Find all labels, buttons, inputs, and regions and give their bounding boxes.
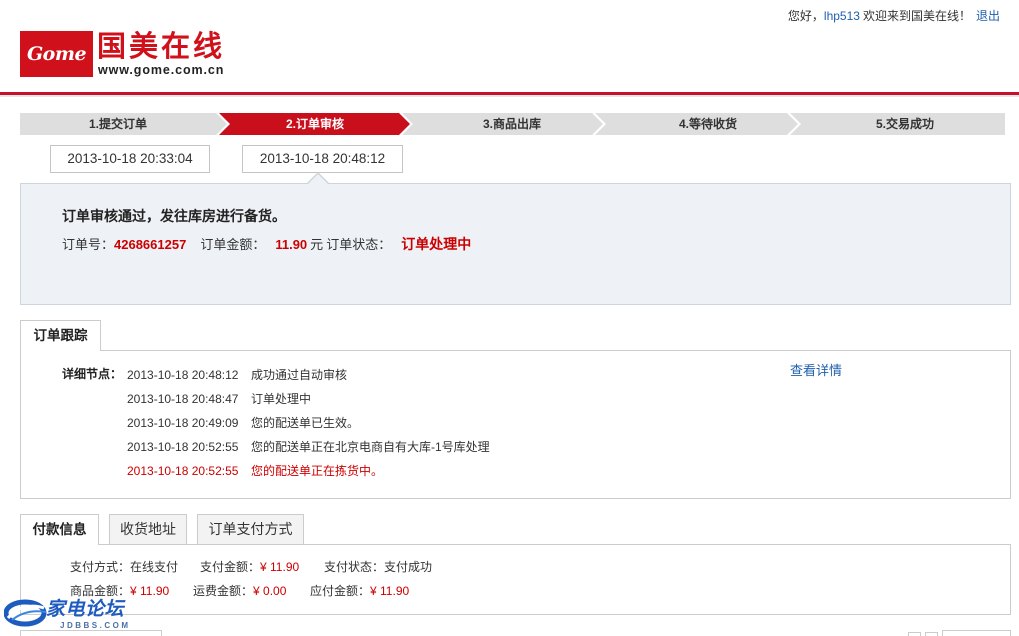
order-amount-label: 订单金额： xyxy=(200,237,266,252)
payment-status: 支付状态：支付成功 xyxy=(324,560,432,574)
watermark-swirl-icon xyxy=(4,599,47,627)
order-amount: 11.90 xyxy=(275,237,308,252)
username-link[interactable]: lhp513 xyxy=(824,9,860,23)
step-label: 4.等待收货 xyxy=(678,117,737,131)
logout-link[interactable]: 退出 xyxy=(976,9,1000,23)
order-status: 订单处理中 xyxy=(401,236,472,252)
step-label: 5.交易成功 xyxy=(875,117,934,131)
gome-logo-mark[interactable]: Gome xyxy=(20,31,93,77)
header-divider-shadow xyxy=(0,95,1019,97)
step-label: 3.商品出库 xyxy=(482,117,541,131)
watermark-name: 家电论坛 xyxy=(46,599,125,620)
payment-method-value: 在线支付 xyxy=(130,560,179,574)
shipping-amount-label: 运费金额： xyxy=(193,584,254,598)
goods-amount-value: ¥ 11.90 xyxy=(130,584,170,598)
payable-amount-label: 应付金额： xyxy=(310,584,371,598)
goods-amount-label: 商品金额： xyxy=(70,584,131,598)
step-goods-outbound: 3.商品出库 xyxy=(402,113,603,135)
tracking-entry-text: 您的配送单已生效。 xyxy=(251,416,360,430)
bottom-partial-square xyxy=(925,632,938,636)
status-headline: 订单审核通过，发往库房进行备货。 xyxy=(62,208,286,224)
goods-amount: 商品金额：¥ 11.90 xyxy=(70,584,169,598)
tab-payment-method[interactable]: 订单支付方式 xyxy=(197,514,304,545)
tracking-entry-time: 2013-10-18 20:52:55 xyxy=(127,440,239,454)
step-order-review: 2.订单审核 xyxy=(219,113,410,135)
paid-amount-value: ¥ 11.90 xyxy=(260,560,300,574)
payment-status-label: 支付状态： xyxy=(324,560,385,574)
tab-order-tracking[interactable]: 订单跟踪 xyxy=(20,320,101,351)
shipping-amount: 运费金额：¥ 0.00 xyxy=(193,584,286,598)
tracking-entry-text: 您的配送单正在北京电商自有大库-1号库处理 xyxy=(251,440,490,454)
top-greeting: 您好，lhp513 欢迎来到国美在线！ 退出 xyxy=(788,8,1000,24)
step-label: 1.提交订单 xyxy=(88,117,147,131)
greeting-suffix: 欢迎来到国美在线！ xyxy=(862,9,971,23)
bottom-partial-box-right xyxy=(942,630,1011,636)
panel-pointer-fill xyxy=(308,174,328,184)
paid-amount: 支付金额：¥ 11.90 xyxy=(200,560,299,574)
tracking-entry-text: 订单处理中 xyxy=(251,392,312,406)
step-submit-order: 1.提交订单 xyxy=(20,113,227,135)
payable-amount-value: ¥ 11.90 xyxy=(370,584,410,598)
paid-amount-label: 支付金额： xyxy=(200,560,261,574)
gome-logo-name[interactable]: 国美在线 xyxy=(97,32,225,62)
order-number-label: 订单号： xyxy=(62,237,115,252)
step-label: 2.订单审核 xyxy=(285,117,344,131)
bottom-partial-square xyxy=(908,632,921,636)
step-time-review: 2013-10-18 20:48:12 xyxy=(242,145,403,173)
tracking-entry-text: 成功通过自动审核 xyxy=(251,368,348,382)
tab-shipping-address[interactable]: 收货地址 xyxy=(109,514,187,545)
step-await-delivery: 4.等待收货 xyxy=(595,113,798,135)
payable-amount: 应付金额：¥ 11.90 xyxy=(310,584,409,598)
step-time-submit: 2013-10-18 20:33:04 xyxy=(50,145,210,173)
order-number: 4268661257 xyxy=(114,237,187,252)
tab-payment-info[interactable]: 付款信息 xyxy=(20,514,99,545)
bottom-partial-box-left xyxy=(20,630,162,636)
tracking-entry-text: 您的配送单正在拣货中。 xyxy=(251,464,384,478)
tracking-entry-time: 2013-10-18 20:48:12 xyxy=(127,368,239,382)
order-summary-line: 订单号：4268661257 订单金额： 11.90 元订单状态： 订单处理中 xyxy=(62,236,471,253)
payment-info-box xyxy=(20,544,1011,615)
payment-method: 支付方式：在线支付 xyxy=(70,560,178,574)
view-details-link[interactable]: 查看详情 xyxy=(790,363,842,378)
detail-nodes-label: 详细节点： xyxy=(62,367,123,381)
gome-logo-url: www.gome.com.cn xyxy=(98,63,225,77)
tracking-entry-time: 2013-10-18 20:48:47 xyxy=(127,392,239,406)
step-transaction-complete: 5.交易成功 xyxy=(790,113,1005,135)
order-status-label: 订单状态： xyxy=(326,237,392,252)
tracking-entry-time: 2013-10-18 20:49:09 xyxy=(127,416,239,430)
shipping-amount-value: ¥ 0.00 xyxy=(253,584,287,598)
watermark-site: JDBBS.COM xyxy=(60,621,131,630)
greeting-prefix: 您好， xyxy=(787,9,824,23)
order-amount-unit: 元 xyxy=(310,237,324,252)
tracking-entry-time: 2013-10-18 20:52:55 xyxy=(127,464,239,478)
payment-status-value: 支付成功 xyxy=(384,560,433,574)
payment-method-label: 支付方式： xyxy=(70,560,131,574)
